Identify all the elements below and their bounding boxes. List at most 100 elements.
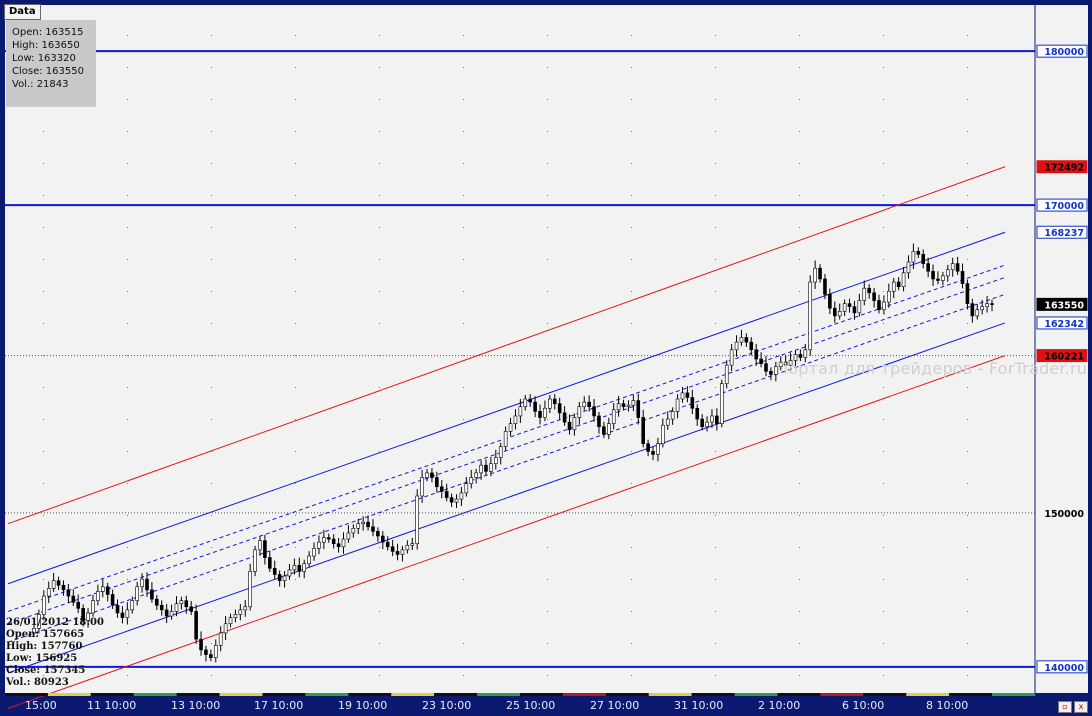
grid-dot: [547, 67, 548, 68]
candle-body: [435, 477, 439, 488]
x-tick-label: 11 10:00: [87, 699, 136, 712]
candle-body: [916, 250, 921, 255]
candle-body: [631, 400, 636, 406]
candle-body: [56, 580, 61, 586]
grid-dot: [967, 259, 968, 260]
grid-dot: [967, 483, 968, 484]
grid-dot: [295, 515, 296, 516]
crosshair-readout: 26/01/2012 18:00 Open: 157665 High: 1577…: [6, 617, 104, 689]
grid-dot: [715, 611, 716, 612]
grid-dot: [631, 99, 632, 100]
candle-body: [670, 411, 675, 420]
candle-body: [464, 483, 469, 494]
grid-dot: [463, 611, 464, 612]
candle-body: [503, 431, 508, 448]
grid-dot: [631, 67, 632, 68]
candle-body: [489, 463, 493, 472]
grid-dot: [127, 515, 128, 516]
candle-body: [258, 540, 262, 551]
time-strip-segment: [305, 693, 349, 696]
candle-body: [813, 267, 817, 283]
grid-dot: [379, 451, 380, 452]
grid-dot: [967, 227, 968, 228]
candle-body: [572, 417, 577, 431]
grid-dot: [379, 99, 380, 100]
grid-dot: [379, 163, 380, 164]
candle-body: [543, 407, 547, 418]
grid-dot: [547, 323, 548, 324]
candle-body: [228, 617, 233, 625]
grid-dot: [379, 195, 380, 196]
grid-dot: [883, 323, 884, 324]
candle-body: [498, 446, 503, 458]
grid-dot: [463, 643, 464, 644]
price-label-163550: 163550: [1044, 300, 1084, 311]
candle-body: [46, 588, 51, 597]
price-label-162342: 162342: [1044, 319, 1084, 330]
grid-dot: [715, 227, 716, 228]
candle-body: [174, 603, 179, 612]
candle-body: [710, 415, 714, 423]
grid-dot: [379, 227, 380, 228]
grid-dot: [463, 419, 464, 420]
grid-dot: [631, 419, 632, 420]
grid-dot: [127, 195, 128, 196]
grid-dot: [379, 355, 380, 356]
grid-dot: [715, 195, 716, 196]
candle-body: [744, 337, 749, 343]
candle-body: [449, 497, 454, 503]
plot-background: [5, 5, 1035, 693]
grid-dot: [463, 99, 464, 100]
grid-dot: [631, 195, 632, 196]
grid-dot: [127, 163, 128, 164]
grid-dot: [799, 99, 800, 100]
grid-dot: [715, 35, 716, 36]
time-strip-segment: [820, 693, 864, 696]
grid-dot: [547, 35, 548, 36]
candle-body: [538, 411, 542, 418]
grid-dot: [43, 579, 44, 580]
candle-body: [302, 563, 307, 572]
grid-dot: [295, 355, 296, 356]
data-tab[interactable]: Data: [4, 4, 41, 20]
candle-body: [459, 492, 464, 500]
grid-dot: [295, 611, 296, 612]
grid-dot: [295, 323, 296, 324]
candle-body: [803, 349, 808, 358]
grid-dot: [547, 131, 548, 132]
grid-dot: [883, 515, 884, 516]
grid-dot: [295, 227, 296, 228]
candle-body: [950, 263, 955, 271]
candle-body: [680, 392, 685, 400]
time-strip: [5, 693, 1035, 696]
grid-dot: [295, 547, 296, 548]
grid-dot: [295, 131, 296, 132]
candle-body: [253, 549, 257, 572]
grid-dot: [799, 323, 800, 324]
grid-dot: [967, 35, 968, 36]
candle-body: [371, 526, 375, 532]
candle-body: [513, 415, 518, 424]
close-icon[interactable]: x: [1074, 701, 1088, 713]
price-chart[interactable]: 1800001700001602211500001400001724921682…: [0, 0, 1092, 716]
candle-body: [179, 600, 184, 605]
grid-dot: [547, 643, 548, 644]
candle-body: [307, 555, 311, 565]
candle-body: [42, 595, 46, 615]
candle-body: [61, 584, 66, 591]
price-label-150000: 150000: [1044, 509, 1084, 520]
grid-dot: [379, 387, 380, 388]
grid-dot: [883, 483, 884, 484]
grid-dot: [379, 131, 380, 132]
candle-body: [552, 398, 557, 404]
grid-dot: [547, 419, 548, 420]
grid-dot: [43, 227, 44, 228]
time-strip-segment: [5, 693, 48, 696]
grid-dot: [463, 387, 464, 388]
candle-body: [292, 564, 297, 571]
x-tick-label: 2 10:00: [758, 699, 800, 712]
candle-body: [430, 472, 434, 478]
restore-icon[interactable]: ▫: [1058, 701, 1072, 713]
price-label-140000: 140000: [1044, 663, 1084, 674]
grid-dot: [967, 675, 968, 676]
